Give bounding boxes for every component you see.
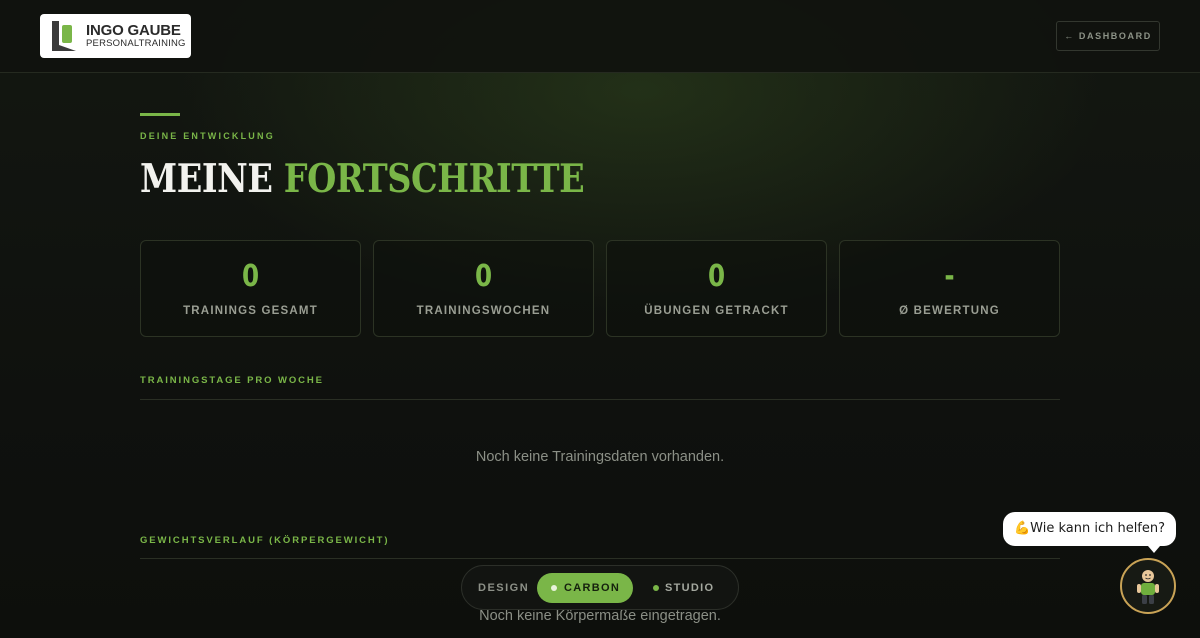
chat-assistant-button[interactable] — [1120, 558, 1176, 614]
active-dot-icon — [551, 585, 557, 591]
section-divider — [140, 399, 1060, 400]
design-option-label: CARBON — [564, 582, 621, 594]
stat-card-average-rating: - Ø BEWERTUNG — [839, 240, 1060, 337]
stat-label: TRAININGS GESAMT — [183, 305, 318, 317]
brand-name: INGO GAUBE — [86, 22, 181, 39]
stat-label: ÜBUNGEN GETRACKT — [644, 305, 789, 317]
chat-bubble-tail — [1148, 546, 1160, 553]
design-switcher-label: DESIGN — [478, 582, 530, 594]
top-header: INGO GAUBE PERSONALTRAINING ← DASHBOARD — [0, 0, 1200, 73]
dashboard-button[interactable]: ← DASHBOARD — [1056, 21, 1160, 51]
page-title: MEINE FORTSCHRITTE — [140, 155, 585, 203]
stat-value: 0 — [707, 259, 726, 294]
stat-value: 0 — [474, 259, 493, 294]
chat-prompt-bubble[interactable]: 💪Wie kann ich helfen? — [1003, 512, 1176, 546]
accent-line — [140, 113, 180, 116]
brand-subtitle: PERSONALTRAINING — [86, 38, 186, 49]
option-dot-icon — [653, 585, 659, 591]
design-option-carbon[interactable]: CARBON — [537, 573, 633, 603]
empty-state-message: Noch keine Trainingsdaten vorhanden. — [475, 449, 725, 465]
section-title: GEWICHTSVERLAUF (KÖRPERGEWICHT) — [140, 535, 390, 546]
section-title: TRAININGSTAGE PRO WOCHE — [140, 375, 324, 386]
stat-card-training-weeks: 0 TRAININGSWOCHEN — [373, 240, 594, 337]
page-title-part1: MEINE — [140, 156, 273, 202]
stat-card-trainings-total: 0 TRAININGS GESAMT — [140, 240, 361, 337]
stat-value: - — [944, 259, 955, 294]
stat-card-exercises-tracked: 0 ÜBUNGEN GETRACKT — [606, 240, 827, 337]
brand-logo-mark-icon — [52, 21, 76, 51]
stat-label: Ø BEWERTUNG — [899, 305, 1000, 317]
design-option-label: STUDIO — [665, 582, 715, 594]
page-eyebrow: DEINE ENTWICKLUNG — [140, 131, 275, 141]
trainer-avatar-icon — [1137, 570, 1159, 604]
brand-logo[interactable]: INGO GAUBE PERSONALTRAINING — [40, 14, 191, 58]
design-switcher: DESIGN CARBON STUDIO — [461, 565, 739, 610]
stat-value: 0 — [241, 259, 260, 294]
stat-label: TRAININGSWOCHEN — [416, 305, 551, 317]
page-title-part2: FORTSCHRITTE — [283, 156, 585, 202]
section-divider — [140, 558, 1060, 559]
design-option-studio[interactable]: STUDIO — [644, 573, 724, 603]
